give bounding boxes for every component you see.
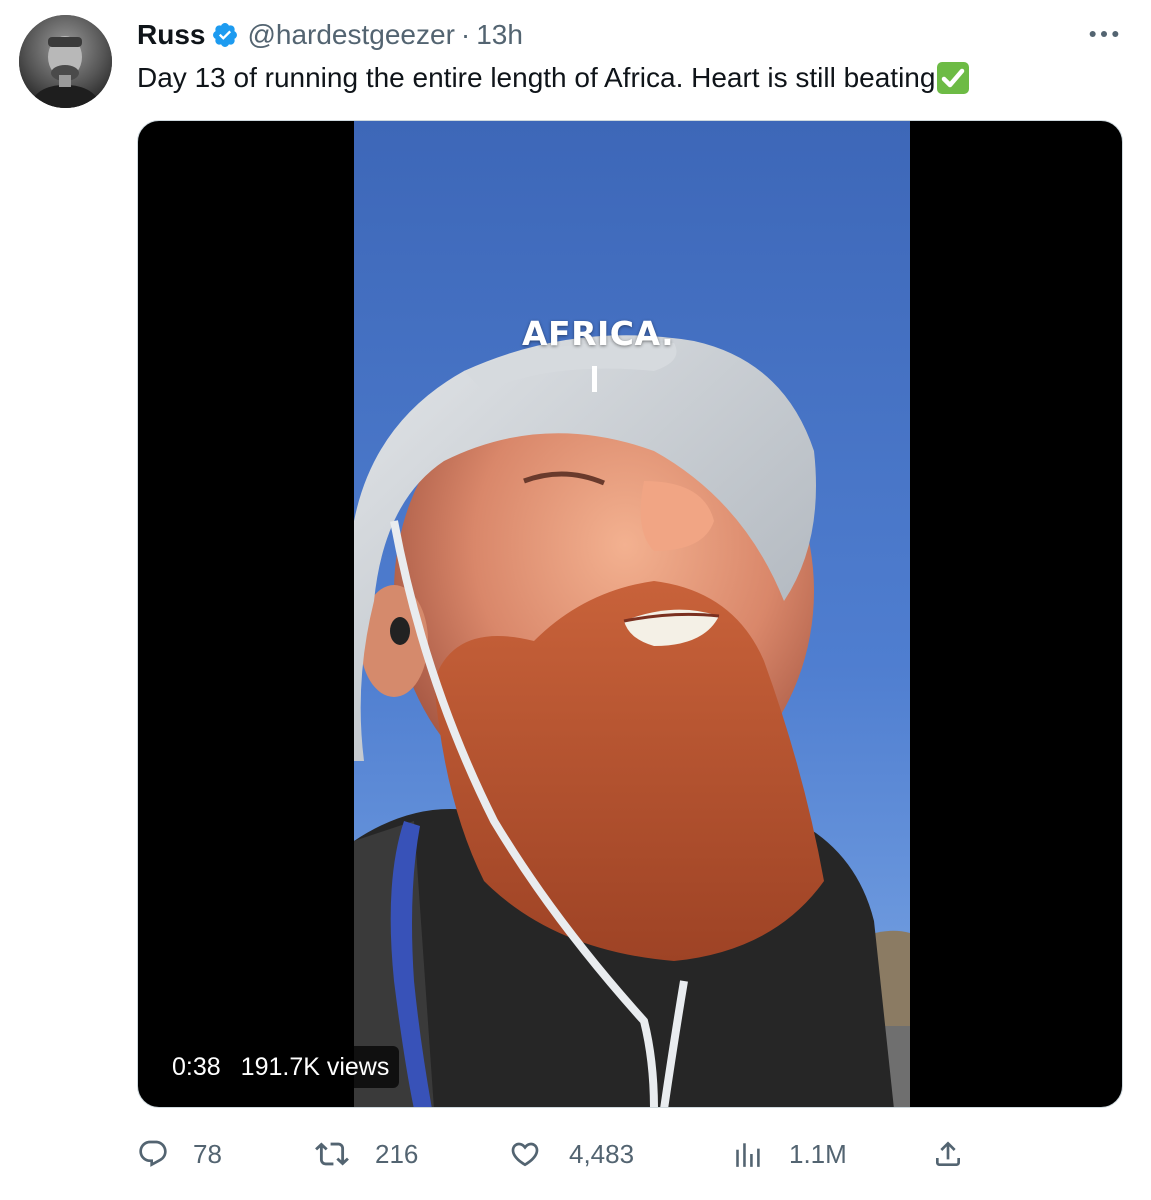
reply-count: 78 [193,1138,222,1169]
tweet: Russ @hardestgeezer · 13h Day 13 of runn… [0,0,1151,1200]
like-button[interactable]: 4,483 [509,1132,634,1176]
video-still-image [354,121,910,1107]
reply-button[interactable]: 78 [137,1132,222,1176]
retweet-button[interactable]: 216 [315,1132,418,1176]
view-count: 1.1M [789,1138,847,1169]
action-bar: 78 216 4,483 1.1M [137,1132,1123,1176]
tweet-video[interactable]: AFRICA. 0:38 191.7K views [137,120,1123,1108]
share-icon [936,1141,960,1166]
separator-dot: · [460,19,471,50]
avatar-photo [19,15,112,108]
views-button[interactable]: 1.1M [733,1132,847,1176]
video-duration: 0:38 [172,1052,221,1081]
share-button[interactable] [932,1132,964,1176]
tweet-header: Russ @hardestgeezer · 13h [137,18,523,52]
like-count: 4,483 [569,1138,635,1169]
tweet-text: Day 13 of running the entire length of A… [137,60,970,96]
author-handle[interactable]: @hardestgeezer [247,18,454,52]
reply-icon [139,1140,167,1167]
tweet-text-content: Day 13 of running the entire length of A… [137,62,936,93]
white-heavy-check-mark-icon [937,62,970,94]
video-views: 191.7K views [240,1052,390,1081]
retweet-icon [315,1142,349,1166]
video-caption-overlay: AFRICA. [522,314,675,353]
avatar[interactable] [19,15,112,108]
video-info-badge: 0:38 191.7K views [160,1046,400,1088]
verified-badge-icon[interactable] [211,21,239,49]
analytics-icon [736,1143,760,1167]
tweet-timestamp[interactable]: 13h [476,18,523,52]
heart-icon [511,1142,539,1167]
more-options-button[interactable] [1086,18,1122,50]
author-name[interactable]: Russ [137,18,205,52]
retweet-count: 216 [375,1138,419,1169]
more-dots-icon [1089,30,1119,38]
video-frame[interactable]: AFRICA. [354,121,910,1107]
